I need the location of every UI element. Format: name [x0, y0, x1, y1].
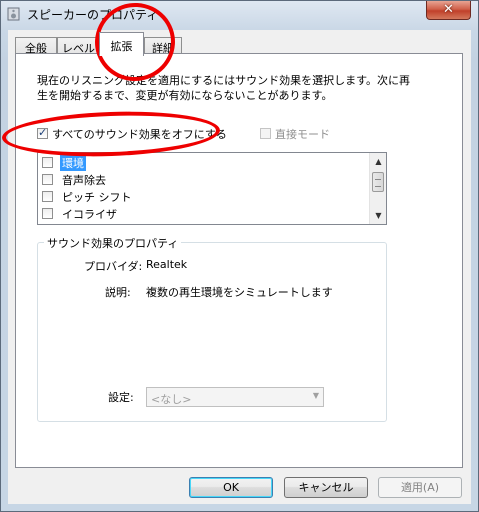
direct-mode-checkbox[interactable]: [260, 128, 271, 139]
direct-mode-label[interactable]: 直接モード: [275, 126, 330, 142]
properties-group-title: サウンド効果のプロパティ: [44, 235, 182, 251]
effect-label: 環境: [60, 155, 86, 171]
effect-label: ピッチ シフト: [62, 191, 132, 204]
setting-label: 設定:: [108, 391, 134, 404]
effect-label: 音声除去: [62, 174, 106, 187]
provider-label: プロバイダ:: [84, 260, 143, 273]
effect-checkbox[interactable]: [42, 157, 53, 168]
ok-button[interactable]: OK: [189, 477, 273, 498]
close-button[interactable]: ✕: [426, 1, 471, 20]
close-icon: ✕: [443, 2, 454, 17]
apply-button[interactable]: 適用(A): [378, 477, 462, 498]
tab-enhancements[interactable]: 拡張: [99, 32, 144, 56]
chevron-down-icon: ▼: [312, 391, 319, 400]
setting-combobox[interactable]: <なし> ▼: [146, 387, 324, 407]
description-label: 説明:: [105, 286, 131, 299]
speaker-icon: [7, 7, 21, 21]
cancel-button[interactable]: キャンセル: [284, 477, 368, 498]
scroll-up-icon[interactable]: ▲: [370, 153, 386, 170]
tab-label: 拡張: [110, 40, 133, 53]
effect-label: イコライザ: [62, 208, 117, 221]
effect-checkbox[interactable]: [42, 208, 53, 219]
effect-checkbox[interactable]: [42, 191, 53, 202]
effects-list[interactable]: 環境 音声除去 ピッチ シフト イコライザ ▲ ▼: [37, 152, 387, 225]
provider-value: Realtek: [146, 258, 188, 271]
setting-combobox-value: <なし>: [151, 393, 192, 406]
list-scrollbar[interactable]: ▲ ▼: [369, 153, 386, 224]
description-line-2: 生を開始するまで、変更が有効にならないことがあります。: [37, 89, 333, 102]
effect-checkbox[interactable]: [42, 174, 53, 185]
scroll-down-icon[interactable]: ▼: [370, 207, 386, 224]
description-value: 複数の再生環境をシミュレートします: [146, 286, 333, 299]
scroll-thumb[interactable]: [372, 172, 384, 192]
title-bar[interactable]: スピーカーのプロパティ ✕: [1, 1, 478, 27]
description-line-1: 現在のリスニング設定を適用にするにはサウンド効果を選択します。次に再: [37, 74, 411, 87]
